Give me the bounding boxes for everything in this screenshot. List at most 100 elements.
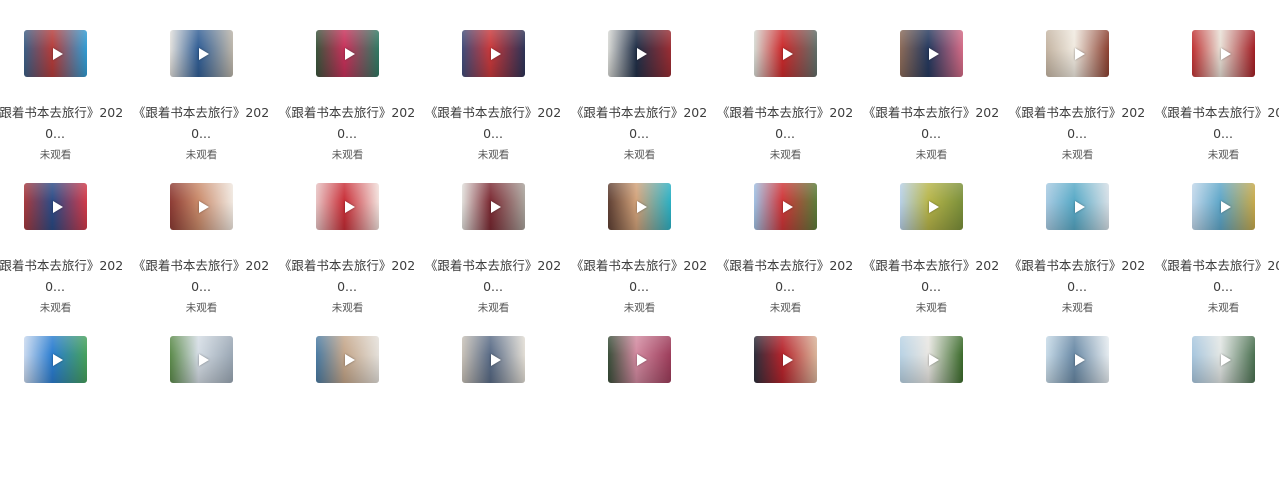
video-card[interactable]: [443, 336, 563, 486]
watch-status: 未观看: [769, 149, 802, 161]
play-icon: [928, 200, 939, 213]
video-card[interactable]: 《跟着书本去旅行》2020... 未观看: [863, 183, 1001, 333]
play-icon: [636, 47, 647, 60]
video-title[interactable]: 《跟着书本去旅行》2020...: [861, 102, 1001, 144]
video-thumbnail[interactable]: [900, 30, 963, 77]
video-thumbnail[interactable]: [24, 183, 87, 230]
video-title[interactable]: 《跟着书本去旅行》2020...: [1153, 102, 1279, 144]
video-thumbnail[interactable]: [608, 30, 671, 77]
video-card[interactable]: [1173, 336, 1279, 486]
watch-status: 未观看: [185, 149, 218, 161]
watch-status: 未观看: [477, 302, 510, 314]
play-icon: [1074, 353, 1085, 366]
video-thumbnail[interactable]: [608, 336, 671, 383]
video-thumbnail[interactable]: [1046, 336, 1109, 383]
video-card[interactable]: 《跟着书本去旅行》2020... 未观看: [717, 183, 855, 333]
video-card[interactable]: 《跟着书本去旅行》2020... 未观看: [279, 30, 417, 180]
video-thumbnail[interactable]: [316, 30, 379, 77]
play-icon: [636, 200, 647, 213]
video-thumbnail[interactable]: [24, 30, 87, 77]
video-card[interactable]: 《跟着书本去旅行》2020... 未观看: [1155, 30, 1279, 180]
video-title[interactable]: 《跟着书本去旅行》2020...: [1007, 102, 1147, 144]
video-card[interactable]: [735, 336, 855, 486]
video-thumbnail[interactable]: [316, 183, 379, 230]
video-thumbnail[interactable]: [754, 336, 817, 383]
video-thumbnail[interactable]: [1192, 183, 1255, 230]
video-card[interactable]: 《跟着书本去旅行》2020... 未观看: [1009, 30, 1147, 180]
video-title[interactable]: 《跟着书本去旅行》2020...: [277, 102, 417, 144]
play-icon: [198, 47, 209, 60]
video-card[interactable]: 《跟着书本去旅行》2020... 未观看: [279, 183, 417, 333]
play-icon: [928, 47, 939, 60]
video-thumbnail[interactable]: [900, 336, 963, 383]
video-card[interactable]: 《跟着书本去旅行》2020... 未观看: [571, 30, 709, 180]
video-title[interactable]: 《跟着书本去旅行》2020...: [277, 255, 417, 297]
video-title[interactable]: 《跟着书本去旅行》2020...: [0, 255, 125, 297]
video-title[interactable]: 《跟着书本去旅行》2020...: [715, 255, 855, 297]
video-card[interactable]: 《跟着书本去旅行》2020... 未观看: [1009, 183, 1147, 333]
video-thumbnail[interactable]: [1192, 30, 1255, 77]
video-title[interactable]: 《跟着书本去旅行》2020...: [423, 102, 563, 144]
watch-status: 未观看: [39, 149, 72, 161]
video-thumbnail[interactable]: [754, 183, 817, 230]
video-card[interactable]: [881, 336, 1001, 486]
video-card[interactable]: 《跟着书本去旅行》2020... 未观看: [133, 183, 271, 333]
video-thumbnail[interactable]: [1046, 30, 1109, 77]
video-card[interactable]: 《跟着书本去旅行》2020... 未观看: [863, 30, 1001, 180]
video-card[interactable]: 《跟着书本去旅行》2020... 未观看: [1155, 183, 1279, 333]
play-icon: [636, 353, 647, 366]
play-icon: [52, 200, 63, 213]
video-title[interactable]: 《跟着书本去旅行》2020...: [1153, 255, 1279, 297]
video-thumbnail[interactable]: [754, 30, 817, 77]
play-icon: [1220, 47, 1231, 60]
video-thumbnail[interactable]: [1046, 183, 1109, 230]
video-card[interactable]: [1027, 336, 1147, 486]
play-icon: [344, 353, 355, 366]
video-card[interactable]: 《跟着书本去旅行》2020... 未观看: [133, 30, 271, 180]
play-icon: [782, 47, 793, 60]
play-icon: [52, 47, 63, 60]
watch-status: 未观看: [331, 149, 364, 161]
video-thumbnail[interactable]: [462, 336, 525, 383]
watch-status: 未观看: [477, 149, 510, 161]
video-card[interactable]: 《跟着书本去旅行》2020... 未观看: [0, 30, 125, 180]
watch-status: 未观看: [623, 302, 656, 314]
play-icon: [928, 353, 939, 366]
video-title[interactable]: 《跟着书本去旅行》2020...: [131, 255, 271, 297]
video-thumbnail[interactable]: [1192, 336, 1255, 383]
play-icon: [198, 353, 209, 366]
video-title[interactable]: 《跟着书本去旅行》2020...: [861, 255, 1001, 297]
watch-status: 未观看: [623, 149, 656, 161]
video-card[interactable]: [5, 336, 125, 486]
video-card[interactable]: [151, 336, 271, 486]
video-thumbnail[interactable]: [24, 336, 87, 383]
video-card[interactable]: 《跟着书本去旅行》2020... 未观看: [425, 30, 563, 180]
video-title[interactable]: 《跟着书本去旅行》2020...: [1007, 255, 1147, 297]
video-card[interactable]: [297, 336, 417, 486]
video-title[interactable]: 《跟着书本去旅行》2020...: [423, 255, 563, 297]
video-title[interactable]: 《跟着书本去旅行》2020...: [569, 102, 709, 144]
video-title[interactable]: 《跟着书本去旅行》2020...: [131, 102, 271, 144]
video-card[interactable]: 《跟着书本去旅行》2020... 未观看: [717, 30, 855, 180]
video-title[interactable]: 《跟着书本去旅行》2020...: [0, 102, 125, 144]
video-thumbnail[interactable]: [900, 183, 963, 230]
video-thumbnail[interactable]: [462, 30, 525, 77]
video-card[interactable]: 《跟着书本去旅行》2020... 未观看: [425, 183, 563, 333]
video-thumbnail[interactable]: [316, 336, 379, 383]
watch-status: 未观看: [1061, 302, 1094, 314]
play-icon: [1220, 200, 1231, 213]
video-title[interactable]: 《跟着书本去旅行》2020...: [715, 102, 855, 144]
video-grid: 《跟着书本去旅行》2020... 未观看 《跟着书本去旅行》2020... 未观看 《跟…: [0, 0, 1279, 400]
video-card[interactable]: 《跟着书本去旅行》2020... 未观看: [0, 183, 125, 333]
video-title[interactable]: 《跟着书本去旅行》2020...: [569, 255, 709, 297]
play-icon: [782, 353, 793, 366]
video-card[interactable]: [589, 336, 709, 486]
watch-status: 未观看: [331, 302, 364, 314]
video-thumbnail[interactable]: [462, 183, 525, 230]
video-thumbnail[interactable]: [170, 30, 233, 77]
video-card[interactable]: 《跟着书本去旅行》2020... 未观看: [571, 183, 709, 333]
video-thumbnail[interactable]: [170, 336, 233, 383]
video-thumbnail[interactable]: [170, 183, 233, 230]
video-thumbnail[interactable]: [608, 183, 671, 230]
watch-status: 未观看: [39, 302, 72, 314]
